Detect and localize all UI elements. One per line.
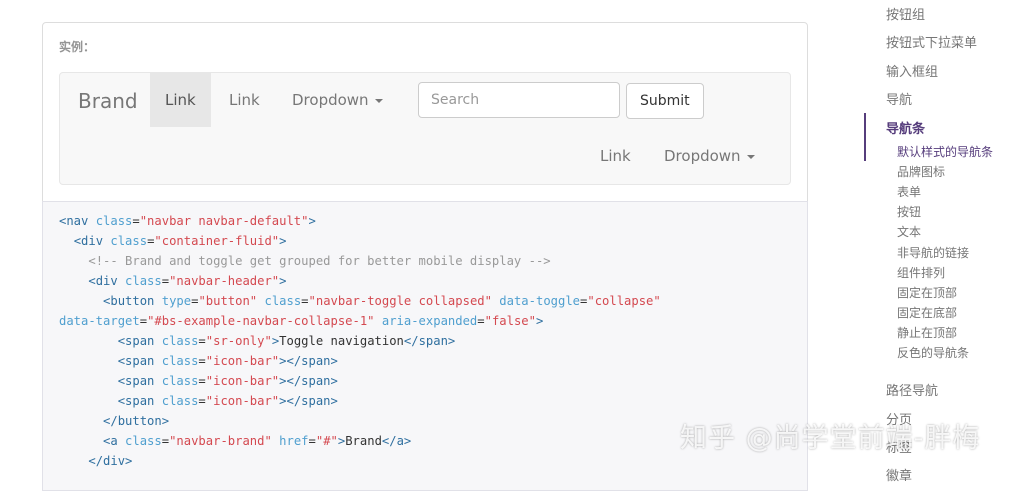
sidebar-subitem[interactable]: 组件排列 [897,264,945,281]
submit-button[interactable]: Submit [626,83,704,119]
watermark: 知乎 @尚学堂前端-胖梅 [680,423,981,454]
nav-right-link[interactable]: Link [585,129,646,183]
sidebar-item-active[interactable]: 导航条 [886,118,925,137]
code-line: <span class="icon-bar"></span> [117,374,338,388]
sidebar-subitem[interactable]: 表单 [897,183,921,200]
code-line: </button> [103,414,170,428]
sidebar-subitem[interactable]: 非导航的链接 [897,244,969,261]
code-line: </div> [88,454,133,468]
sidebar-subitem-active[interactable]: 默认样式的导航条 [897,143,993,160]
caret-down-icon [746,154,755,159]
active-indicator [864,113,866,161]
code-line: <div class="navbar-header"> [88,274,287,288]
example-label: 实例： [59,40,96,54]
sidebar-item[interactable]: 路径导航 [886,380,938,399]
navbar-demo: Brand Link Link Dropdown Submit Link Dro… [59,72,791,185]
nav-dropdown-label: Dropdown [664,147,741,165]
nav-link-active[interactable]: Link [150,73,211,127]
sidebar-subitem[interactable]: 反色的导航条 [897,344,969,361]
code-line: <nav class="navbar navbar-default"> [59,214,316,228]
code-line: <span class="sr-only">Toggle navigation<… [117,334,456,348]
sidebar-subitem[interactable]: 文本 [897,223,921,240]
nav-dropdown-label: Dropdown [292,91,369,109]
search-input[interactable] [418,82,620,118]
example-box: 实例： Brand Link Link Dropdown Submit Link… [42,22,808,202]
code-line: <button type="button" class="navbar-togg… [103,294,661,308]
sidebar-subitem[interactable]: 品牌图标 [897,163,945,180]
sidebar-subitem[interactable]: 按钮 [897,203,921,220]
sidebar-subitem[interactable]: 固定在底部 [897,304,957,321]
sidebar-item[interactable]: 输入框组 [886,61,938,80]
nav-link-label: Link [165,91,196,109]
nav-link-label: Link [229,91,260,109]
code-line: data-target="#bs-example-navbar-collapse… [59,314,544,328]
sidebar-subitem[interactable]: 固定在顶部 [897,284,957,301]
code-line: <!-- Brand and toggle get grouped for be… [88,254,551,268]
sidebar-item[interactable]: 按钮组 [886,4,925,23]
nav-link-label: Link [600,147,631,165]
code-line: <span class="icon-bar"></span> [117,354,338,368]
caret-down-icon [374,98,383,103]
sidebar-item[interactable]: 徽章 [886,465,912,484]
code-line: <div class="container-fluid"> [73,234,287,248]
nav-dropdown[interactable]: Dropdown [277,73,398,127]
code-line: <span class="icon-bar"></span> [117,394,338,408]
code-line: <a class="navbar-brand" href="#">Brand</… [103,434,412,448]
nav-link[interactable]: Link [214,73,275,127]
navbar-brand[interactable]: Brand [78,89,138,113]
sidebar-item[interactable]: 按钮式下拉菜单 [886,32,977,51]
sidebar-item[interactable]: 导航 [886,89,912,108]
nav-right-dropdown[interactable]: Dropdown [649,129,770,183]
sidebar-subitem[interactable]: 静止在顶部 [897,324,957,341]
